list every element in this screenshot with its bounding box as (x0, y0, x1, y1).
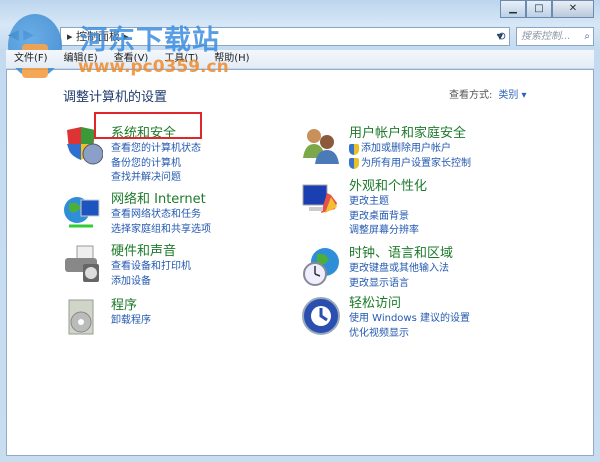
watermark-name: 河东下载站 (80, 25, 220, 56)
task-link[interactable]: 查找并解决问题 (111, 171, 201, 186)
search-input[interactable]: 搜索控制... ⌕ (516, 27, 594, 46)
category-title[interactable]: 外观和个性化 (349, 179, 427, 195)
task-link[interactable]: 添加设备 (111, 275, 191, 290)
task-link[interactable]: 更改键盘或其他输入法 (349, 262, 453, 277)
task-link[interactable]: 查看设备和打印机 (111, 260, 191, 275)
task-link[interactable]: 添加或删除用户帐户 (349, 142, 471, 157)
task-link[interactable]: 优化视频显示 (349, 327, 470, 342)
task-link[interactable]: 卸载程序 (111, 314, 151, 329)
window-frame: ▁ □ ✕ ◀ ▶ ▸ 控制面板 ▸▼ ⟲ 搜索控制...⌕ 文件(F) 编辑(… (0, 0, 600, 462)
printer-icon (63, 244, 103, 284)
refresh-icon[interactable]: ⟲ (490, 27, 512, 46)
task-link[interactable]: 为所有用户设置家长控制 (349, 157, 471, 172)
task-link[interactable]: 更改主题 (349, 195, 427, 210)
uac-shield-icon (349, 143, 359, 155)
close-button[interactable]: ✕ (552, 0, 594, 18)
category-title[interactable]: 用户帐户和家庭安全 (349, 126, 471, 142)
network-globe-icon (63, 192, 103, 232)
category-title[interactable]: 网络和 Internet (111, 192, 211, 208)
category-title[interactable]: 硬件和声音 (111, 244, 191, 260)
task-link[interactable]: 更改桌面背景 (349, 210, 427, 225)
category-title[interactable]: 程序 (111, 298, 151, 314)
category-title[interactable]: 时钟、语言和区域 (349, 246, 453, 262)
search-icon[interactable]: ⌕ (584, 28, 590, 45)
search-placeholder: 搜索控制... (521, 31, 571, 42)
menu-file[interactable]: 文件(F) (6, 50, 56, 68)
category-hardware-sound: 硬件和声音 查看设备和打印机 添加设备 (63, 244, 191, 289)
window-controls: ▁ □ ✕ (500, 0, 594, 18)
control-panel-content: 调整计算机的设置 查看方式: 类别 ▾ 系统和安全 查看您的计算机状态 备份您的计… (6, 69, 594, 456)
category-programs: 程序 卸载程序 (63, 298, 151, 338)
task-link[interactable]: 查看您的计算机状态 (111, 142, 201, 157)
task-link[interactable]: 查看网络状态和任务 (111, 208, 211, 223)
category-clock-language-region: 时钟、语言和区域 更改键盘或其他输入法 更改显示语言 (301, 246, 453, 291)
category-user-accounts: 用户帐户和家庭安全 添加或删除用户帐户 为所有用户设置家长控制 (301, 126, 471, 171)
task-link[interactable]: 调整屏幕分辨率 (349, 224, 427, 239)
view-by-label: 查看方式: (449, 90, 493, 101)
task-link[interactable]: 使用 Windows 建议的设置 (349, 312, 470, 327)
category-title[interactable]: 轻松访问 (349, 296, 470, 312)
task-link[interactable]: 更改显示语言 (349, 277, 453, 292)
users-icon (301, 126, 341, 166)
programs-icon (63, 298, 103, 338)
task-link[interactable]: 备份您的计算机 (111, 157, 201, 172)
maximize-button[interactable]: □ (526, 0, 552, 18)
highlight-box (94, 112, 202, 139)
monitor-palette-icon (301, 179, 341, 219)
watermark-url: www.pc0359.cn (78, 57, 229, 77)
page-title: 调整计算机的设置 (63, 90, 168, 105)
watermark-logo (8, 14, 62, 78)
task-link-label: 为所有用户设置家长控制 (361, 157, 471, 169)
category-appearance: 外观和个性化 更改主题 更改桌面背景 调整屏幕分辨率 (301, 179, 427, 239)
ease-of-access-icon (301, 296, 341, 336)
task-link[interactable]: 选择家庭组和共享选项 (111, 223, 211, 238)
task-link-label: 添加或删除用户帐户 (361, 143, 451, 154)
view-by: 查看方式: 类别 ▾ (449, 86, 527, 101)
minimize-button[interactable]: ▁ (500, 0, 526, 18)
category-ease-of-access: 轻松访问 使用 Windows 建议的设置 优化视频显示 (301, 296, 470, 341)
globe-clock-icon (301, 246, 341, 286)
uac-shield-icon (349, 158, 359, 170)
category-network: 网络和 Internet 查看网络状态和任务 选择家庭组和共享选项 (63, 192, 211, 237)
view-by-dropdown[interactable]: 类别 ▾ (498, 90, 526, 101)
